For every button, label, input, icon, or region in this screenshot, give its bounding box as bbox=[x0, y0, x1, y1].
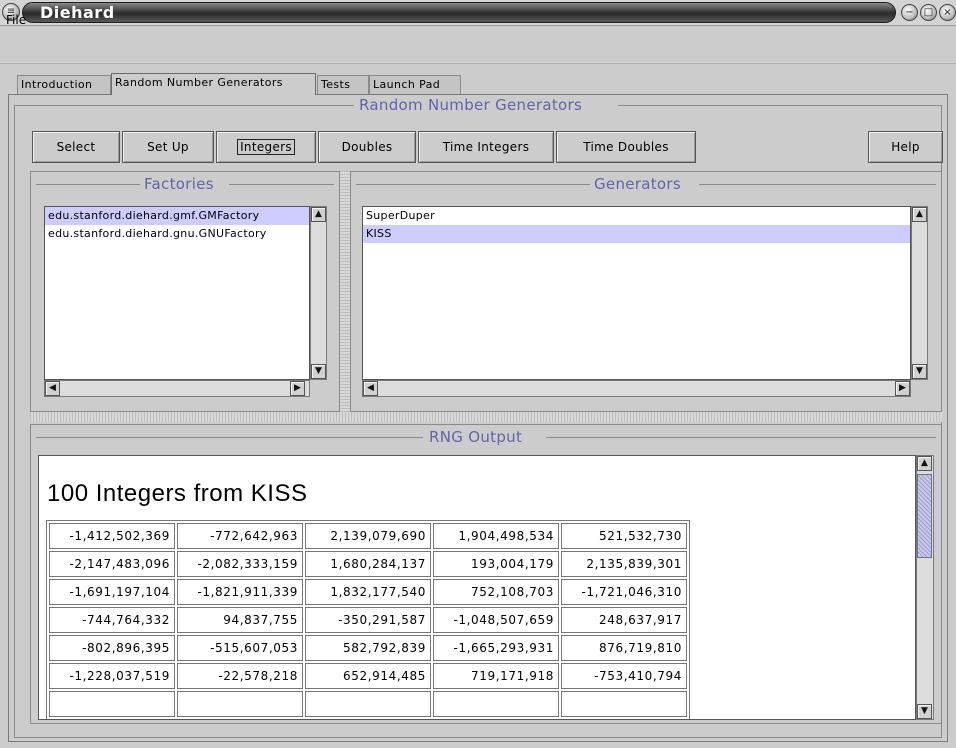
table-cell: 193,004,179 bbox=[433, 551, 559, 577]
table-cell: 2,135,839,301 bbox=[561, 551, 687, 577]
time-doubles-button[interactable]: Time Doubles bbox=[556, 131, 696, 163]
window-title: Diehard bbox=[40, 3, 115, 22]
table-cell: -1,228,037,519 bbox=[49, 663, 175, 689]
horizontal-splitter[interactable] bbox=[30, 412, 942, 422]
integers-table: -1,412,502,369 -772,642,963 2,139,079,690 1… bbox=[46, 520, 690, 719]
minimize-icon[interactable]: − bbox=[901, 4, 918, 21]
factories-title: Factories bbox=[144, 175, 214, 193]
doubles-button[interactable]: Doubles bbox=[318, 131, 416, 163]
scroll-up-icon[interactable]: ▲ bbox=[912, 207, 927, 222]
table-cell: 94,837,755 bbox=[177, 607, 303, 633]
factories-border-right bbox=[229, 184, 334, 185]
scroll-right-icon[interactable]: ▶ bbox=[895, 381, 910, 396]
tab-random-number-generators[interactable]: Random Number Generators bbox=[111, 73, 316, 95]
table-cell bbox=[177, 691, 303, 717]
factories-hscrollbar[interactable] bbox=[44, 380, 310, 397]
menu-file[interactable]: File bbox=[6, 13, 26, 27]
table-cell: -22,578,218 bbox=[177, 663, 303, 689]
table-row bbox=[49, 691, 687, 717]
tab-tests[interactable]: Tests bbox=[317, 75, 369, 94]
table-cell: 248,637,917 bbox=[561, 607, 687, 633]
table-cell: -350,291,587 bbox=[305, 607, 431, 633]
menu-bar bbox=[0, 26, 956, 64]
table-cell: 752,108,703 bbox=[433, 579, 559, 605]
generators-vscrollbar[interactable] bbox=[911, 206, 928, 380]
output-scroll-thumb[interactable] bbox=[917, 474, 932, 558]
title-bar-pill[interactable] bbox=[22, 2, 896, 23]
integers-button-label: Integers bbox=[237, 139, 295, 155]
integers-button[interactable]: Integers bbox=[216, 131, 316, 163]
factory-item-gnu[interactable]: edu.stanford.diehard.gnu.GNUFactory bbox=[45, 225, 309, 243]
table-row: -1,412,502,369 -772,642,963 2,139,079,690 1… bbox=[49, 523, 687, 549]
tab-launch-pad[interactable]: Launch Pad bbox=[369, 75, 461, 94]
table-cell: -802,896,395 bbox=[49, 635, 175, 661]
select-button[interactable]: Select bbox=[32, 131, 120, 163]
generators-border-right bbox=[699, 184, 936, 185]
factories-vscrollbar[interactable] bbox=[310, 206, 327, 380]
scroll-down-icon[interactable]: ▼ bbox=[311, 364, 326, 379]
output-title: RNG Output bbox=[429, 428, 523, 446]
time-integers-button[interactable]: Time Integers bbox=[418, 131, 554, 163]
table-cell: -1,721,046,310 bbox=[561, 579, 687, 605]
generator-item-kiss[interactable]: KISS bbox=[363, 225, 910, 243]
table-cell bbox=[433, 691, 559, 717]
table-cell: 876,719,810 bbox=[561, 635, 687, 661]
table-cell: -2,082,333,159 bbox=[177, 551, 303, 577]
table-cell: 719,171,918 bbox=[433, 663, 559, 689]
output-heading: 100 Integers from KISS bbox=[47, 480, 308, 507]
table-cell: -1,665,293,931 bbox=[433, 635, 559, 661]
output-border-right bbox=[546, 437, 936, 438]
close-icon[interactable]: × bbox=[939, 4, 956, 21]
table-cell bbox=[49, 691, 175, 717]
table-row: -1,691,197,104 -1,821,911,339 1,832,177,54… bbox=[49, 579, 687, 605]
table-cell: -1,048,507,659 bbox=[433, 607, 559, 633]
table-cell: -744,764,332 bbox=[49, 607, 175, 633]
table-cell: -753,410,794 bbox=[561, 663, 687, 689]
table-cell: 521,532,730 bbox=[561, 523, 687, 549]
maximize-icon[interactable]: □ bbox=[920, 4, 937, 21]
table-cell: 652,914,485 bbox=[305, 663, 431, 689]
table-cell: -2,147,483,096 bbox=[49, 551, 175, 577]
table-cell: -772,642,963 bbox=[177, 523, 303, 549]
table-cell bbox=[561, 691, 687, 717]
table-row: -802,896,395 -515,607,053 582,792,839 -1,66… bbox=[49, 635, 687, 661]
scroll-down-icon[interactable]: ▼ bbox=[917, 704, 932, 719]
integers-table-body: -1,412,502,369 -772,642,963 2,139,079,690 1… bbox=[49, 523, 687, 717]
table-cell: 582,792,839 bbox=[305, 635, 431, 661]
scroll-left-icon[interactable]: ◀ bbox=[363, 381, 378, 396]
scroll-right-icon[interactable]: ▶ bbox=[290, 381, 305, 396]
tab-introduction[interactable]: Introduction bbox=[17, 75, 111, 94]
factories-border-left bbox=[36, 184, 140, 185]
generators-hscrollbar[interactable] bbox=[362, 380, 911, 397]
table-cell: -1,821,911,339 bbox=[177, 579, 303, 605]
table-cell bbox=[305, 691, 431, 717]
scroll-down-icon[interactable]: ▼ bbox=[912, 364, 927, 379]
table-cell: 1,680,284,137 bbox=[305, 551, 431, 577]
generators-list[interactable]: SuperDuper KISS bbox=[362, 206, 911, 380]
factories-list[interactable]: edu.stanford.diehard.gmf.GMFactory edu.s… bbox=[44, 206, 310, 380]
table-row: -1,228,037,519 -22,578,218 652,914,485 719,… bbox=[49, 663, 687, 689]
table-cell: 1,832,177,540 bbox=[305, 579, 431, 605]
output-area: 100 Integers from KISS -1,412,502,369 -77… bbox=[38, 455, 916, 720]
table-row: -744,764,332 94,837,755 -350,291,587 -1,048… bbox=[49, 607, 687, 633]
integers-table-wrap: -1,412,502,369 -772,642,963 2,139,079,690 1… bbox=[46, 520, 690, 719]
scroll-up-icon[interactable]: ▲ bbox=[311, 207, 326, 222]
table-cell: 1,904,498,534 bbox=[433, 523, 559, 549]
setup-button[interactable]: Set Up bbox=[122, 131, 214, 163]
output-border-left bbox=[36, 437, 423, 438]
help-button[interactable]: Help bbox=[868, 131, 943, 163]
scroll-left-icon[interactable]: ◀ bbox=[45, 381, 60, 396]
table-cell: -1,691,197,104 bbox=[49, 579, 175, 605]
factory-item-gmf[interactable]: edu.stanford.diehard.gmf.GMFactory bbox=[45, 207, 309, 225]
generator-item-superduper[interactable]: SuperDuper bbox=[363, 207, 910, 225]
table-cell: -515,607,053 bbox=[177, 635, 303, 661]
generators-title: Generators bbox=[594, 175, 681, 193]
table-cell: 2,139,079,690 bbox=[305, 523, 431, 549]
scroll-up-icon[interactable]: ▲ bbox=[917, 456, 932, 471]
table-row: -2,147,483,096 -2,082,333,159 1,680,284,13… bbox=[49, 551, 687, 577]
vertical-splitter[interactable] bbox=[340, 171, 350, 412]
generators-border-left bbox=[356, 184, 590, 185]
table-cell: -1,412,502,369 bbox=[49, 523, 175, 549]
